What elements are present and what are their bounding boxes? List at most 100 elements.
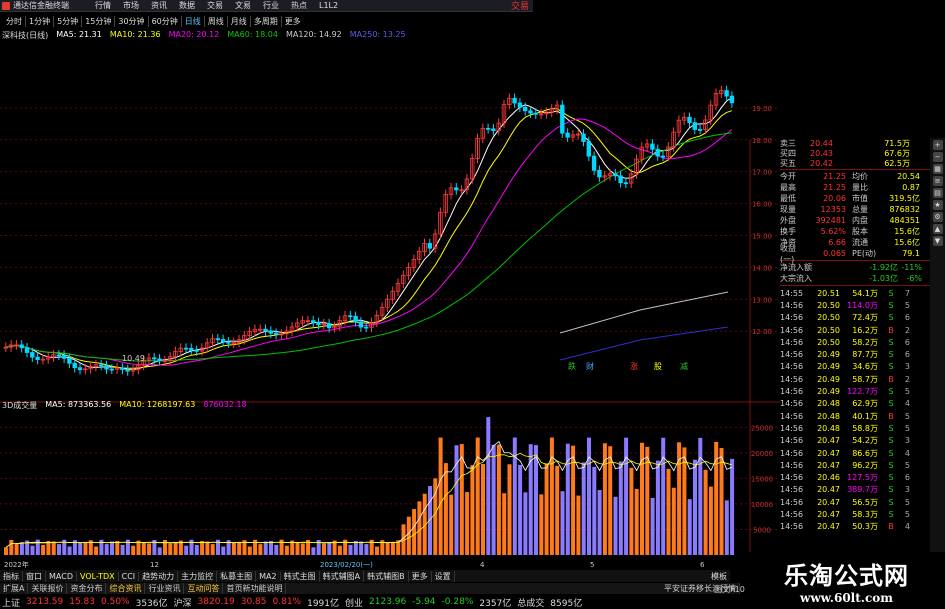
volume-bar: [274, 544, 279, 555]
menu-item-data[interactable]: 数据: [179, 0, 195, 11]
period-more[interactable]: 更多: [282, 16, 304, 27]
volume-bar: [539, 494, 544, 555]
arrow-down-icon[interactable]: ▼: [932, 236, 943, 246]
volume-bar: [353, 540, 358, 555]
tick-row: 14:56 20.49 58.7万 B 2: [780, 373, 930, 385]
minus-icon[interactable]: −: [932, 152, 943, 162]
tools-icon[interactable]: ⚙: [932, 212, 943, 222]
volume-bar: [300, 543, 305, 555]
tick-price: 20.49: [817, 362, 840, 372]
price-axis-label: 12.00: [752, 328, 772, 336]
stat-label: 总量: [852, 205, 868, 214]
chart-icon[interactable]: ▤: [932, 188, 943, 198]
menu-item-market[interactable]: 市场: [123, 0, 139, 11]
arrow-up-icon[interactable]: ▲: [932, 224, 943, 234]
f10-link[interactable]: 图文F10: [714, 584, 745, 595]
volume-bar: [412, 509, 417, 555]
tab-settings[interactable]: 设置: [432, 570, 455, 582]
candle-body: [316, 321, 321, 326]
list-icon[interactable]: ≡: [932, 176, 943, 186]
volume-bar: [507, 464, 512, 555]
tab-window[interactable]: 窗口: [23, 570, 46, 582]
total-volume-label: 总成交: [517, 598, 545, 609]
candle-body: [586, 141, 591, 157]
candle-body: [326, 323, 332, 329]
candle-body: [215, 338, 220, 341]
star-icon[interactable]: ★: [932, 200, 943, 210]
plus-icon[interactable]: +: [932, 140, 943, 150]
tick-time: 14:56: [780, 374, 804, 384]
period-1min[interactable]: 1分钟: [26, 15, 55, 27]
volume-bar: [30, 545, 35, 555]
tab-main-monitor[interactable]: 主力监控: [178, 570, 218, 582]
tick-row: 14:56 20.46 127.5万 S 6: [780, 471, 930, 483]
tab-more[interactable]: 更多: [409, 570, 432, 582]
price-axis-label: 15.00: [752, 232, 772, 240]
tab-related-quote[interactable]: 关联报价: [28, 583, 68, 594]
candle-body: [618, 175, 623, 184]
menu-item-industry[interactable]: 行业: [263, 0, 279, 11]
tick-volume: 50.3万: [852, 522, 878, 532]
sz-index-amount: 1991亿: [307, 598, 339, 609]
tab-korean-sub-b[interactable]: 韩式辅图B: [364, 570, 409, 582]
candle-body: [687, 116, 692, 124]
volume-bar: [115, 541, 120, 555]
menu-item-wenyi[interactable]: 文易: [235, 0, 251, 11]
menu-item-news[interactable]: 资讯: [151, 0, 167, 11]
menu-item-trade[interactable]: 交易: [207, 0, 223, 11]
tab-trend-power[interactable]: 趋势动力: [139, 570, 179, 582]
tick-time: 14:56: [780, 473, 804, 483]
volume-bar: [624, 437, 629, 555]
tab-indicator[interactable]: 指标: [0, 570, 23, 582]
volume-bar: [4, 547, 8, 555]
volume-bar: [110, 541, 114, 555]
period-timeshare[interactable]: 分时: [3, 15, 26, 27]
tab-private-main[interactable]: 私募主图: [217, 570, 257, 582]
period-60min[interactable]: 60分钟: [149, 15, 182, 27]
menu-item-l1l2[interactable]: L1L2: [319, 1, 338, 10]
period-daily[interactable]: 日线: [182, 15, 205, 27]
watermark-title: 乐淘公式网: [784, 562, 909, 590]
menu-item-quotes[interactable]: 行情: [95, 0, 111, 11]
tab-general-news[interactable]: 综合资讯: [106, 583, 146, 594]
tick-row: 14:56 20.49 122.7万 S 5: [780, 385, 930, 397]
volume-bar: [592, 466, 597, 555]
tab-qa[interactable]: 互动问答: [184, 583, 224, 594]
period-monthly[interactable]: 月线: [228, 15, 251, 27]
cy-index-change: -5.94: [412, 597, 436, 607]
tab-korean-sub-a[interactable]: 韩式辅图A: [320, 570, 365, 582]
menu-item-hotspot[interactable]: 热点: [291, 0, 307, 11]
candle-body: [67, 357, 72, 364]
low-price-label: 10.49: [122, 354, 145, 363]
volume-bar: [544, 463, 549, 555]
total-volume-amount: 8595亿: [550, 598, 583, 609]
period-15min[interactable]: 15分钟: [82, 15, 116, 27]
tick-count: 2: [904, 374, 910, 384]
tab-new-features[interactable]: 首页新功能说明: [223, 583, 287, 594]
tab-macd[interactable]: MACD: [46, 571, 77, 581]
tick-side: S: [888, 288, 894, 298]
tab-ma2[interactable]: MA2: [256, 571, 281, 581]
stat-value: 21.25: [823, 183, 846, 192]
trade-login-link[interactable]: 交易: [511, 0, 529, 12]
volume-bar: [449, 494, 454, 555]
volume-bar: [475, 437, 480, 555]
tab-korean-main[interactable]: 韩式主图: [281, 570, 320, 582]
template-button[interactable]: 模板: [708, 571, 730, 582]
tab-vol-tdx[interactable]: VOL-TDX: [77, 571, 119, 581]
tab-fund-distribution[interactable]: 资金分布: [67, 583, 107, 594]
tab-extend-a[interactable]: 扩展A: [0, 583, 29, 594]
watermark-url: www.60lt.com: [800, 591, 893, 605]
tab-industry-news[interactable]: 行业资讯: [145, 583, 185, 594]
tab-cci[interactable]: CCI: [119, 571, 140, 581]
sh-index-pct: 0.50%: [101, 597, 130, 607]
period-weekly[interactable]: 周线: [205, 15, 228, 27]
price-axis-label: 18.00: [752, 137, 772, 145]
period-30min[interactable]: 30分钟: [115, 15, 149, 27]
grid-icon[interactable]: ▦: [932, 164, 943, 174]
kline-chart[interactable]: 跌财 涨 股 减 19.00 18.00 17.00 16.00 15.00 14.00 13.0…: [0, 40, 780, 570]
stat-value: 392481: [815, 216, 846, 225]
period-multi[interactable]: 多周期: [251, 15, 282, 27]
tick-side: S: [888, 448, 894, 458]
period-5min[interactable]: 5分钟: [54, 15, 83, 27]
